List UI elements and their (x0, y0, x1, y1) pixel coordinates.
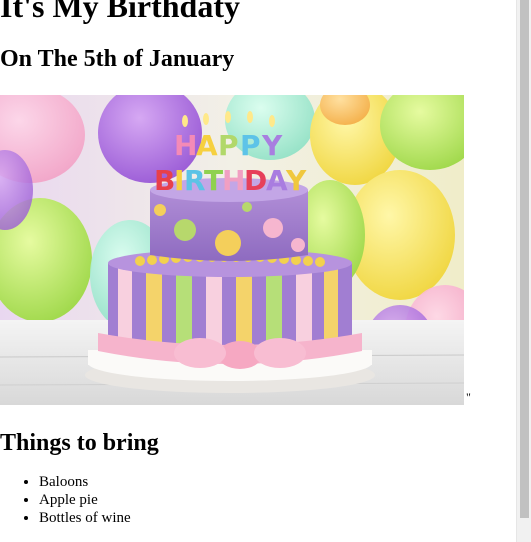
svg-text:A: A (266, 164, 288, 197)
svg-text:H: H (174, 129, 197, 162)
page-viewport: It's My Birthdaty On The 5th of January (0, 0, 531, 542)
svg-text:I: I (174, 164, 184, 197)
svg-text:Y: Y (285, 164, 307, 197)
things-to-bring-list: Baloons Apple pie Bottles of wine (0, 473, 517, 527)
birthday-cake-image: H A P P Y B I R T H D A Y (0, 95, 464, 405)
svg-text:T: T (204, 164, 223, 197)
svg-text:P: P (240, 129, 261, 162)
scrollbar-thumb[interactable] (520, 0, 529, 518)
things-to-bring-heading: Things to bring (0, 430, 159, 456)
list-item: Bottles of wine (39, 509, 517, 527)
svg-text:R: R (184, 164, 206, 197)
page-title: It's My Birthdaty (0, 0, 240, 24)
svg-text:D: D (244, 164, 267, 197)
svg-text:H: H (222, 164, 245, 197)
stray-quote-text: " (466, 390, 471, 404)
svg-text:P: P (218, 129, 239, 162)
list-item: Apple pie (39, 491, 517, 509)
image-row: H A P P Y B I R T H D A Y " (0, 95, 517, 405)
svg-text:Y: Y (261, 129, 283, 162)
svg-text:A: A (196, 129, 218, 162)
vertical-scrollbar[interactable] (516, 0, 531, 542)
list-item: Baloons (39, 473, 517, 491)
page-content: It's My Birthdaty On The 5th of January (0, 0, 517, 527)
page-subtitle: On The 5th of January (0, 46, 235, 72)
svg-text:B: B (154, 164, 175, 197)
